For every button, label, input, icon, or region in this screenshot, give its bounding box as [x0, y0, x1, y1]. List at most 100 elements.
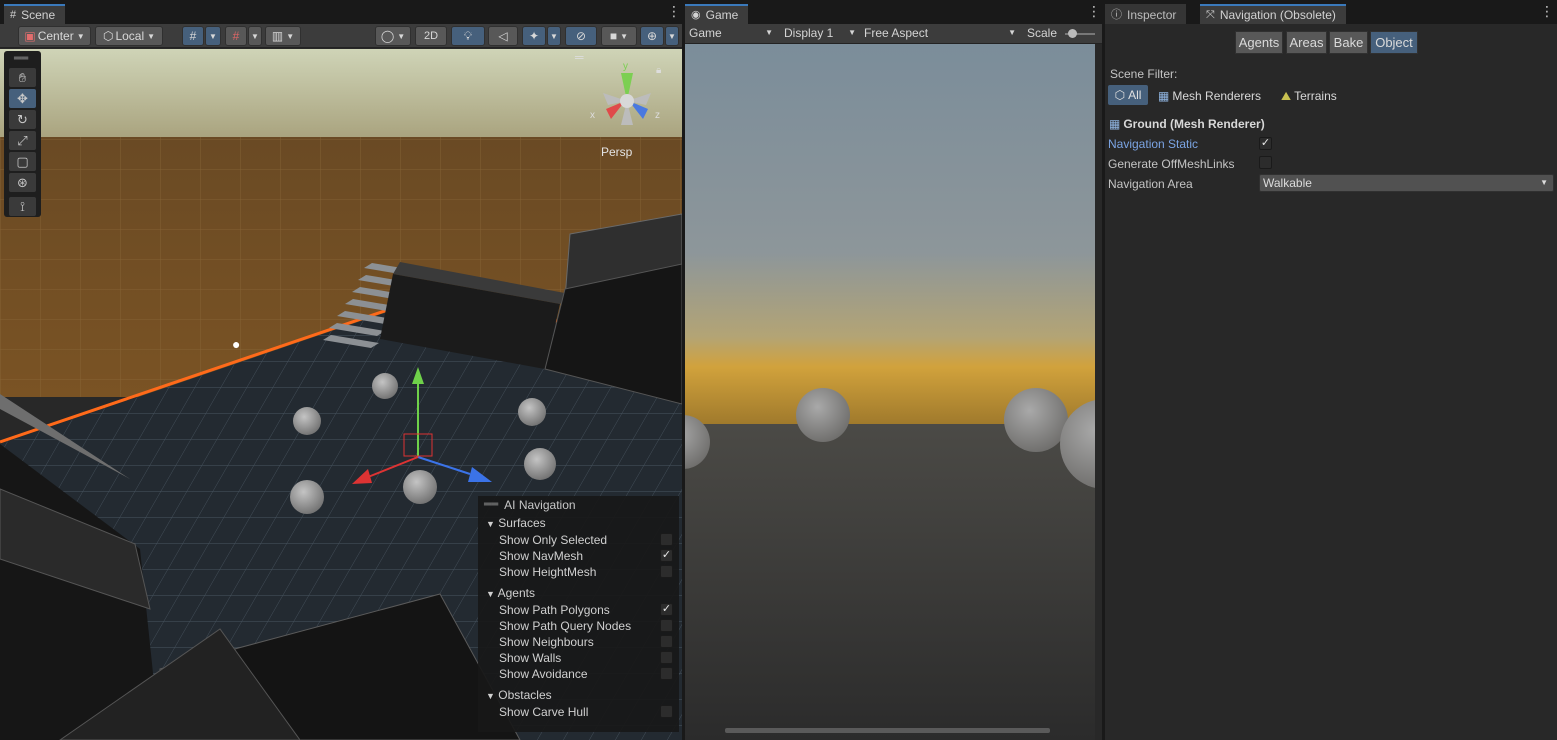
- tab-scene-label: Scene: [21, 8, 56, 22]
- show-avoidance-checkbox[interactable]: [660, 667, 673, 680]
- game-mode-dropdown[interactable]: Game ▼: [689, 26, 775, 40]
- filter-terrains-label: Terrains: [1294, 89, 1337, 103]
- game-sky: [685, 44, 1095, 424]
- row-label: Show Carve Hull: [499, 705, 589, 719]
- eye-slash-icon: ⊘: [575, 29, 587, 43]
- game-horizontal-scrollbar[interactable]: [725, 728, 1050, 733]
- scene-menu-icon[interactable]: ⋮: [667, 4, 681, 18]
- scene-filter-label: Scene Filter:: [1110, 67, 1178, 81]
- game-toolbar: Game ▼ Display 1 ▼ Free Aspect ▼ Scale: [685, 24, 1102, 44]
- drag-handle-icon[interactable]: ═: [574, 50, 584, 64]
- display-dropdown[interactable]: Display 1 ▼: [784, 26, 856, 40]
- move-tool[interactable]: ✥: [9, 89, 36, 108]
- section-surfaces[interactable]: ▼ Surfaces: [478, 514, 679, 532]
- agent-sphere[interactable]: [403, 470, 437, 504]
- scene-viewport[interactable]: ● y x z 🔒︎ ═ Persp ══ ✋︎ ✥ ↻ ⤢ ▢ ⊛ ⟟ ══: [0, 49, 682, 740]
- row-show-carve-hull: Show Carve Hull: [478, 704, 679, 720]
- grid-snap-button[interactable]: #: [182, 26, 204, 46]
- scale-slider[interactable]: [1065, 29, 1095, 38]
- increment-snap-button[interactable]: #: [225, 26, 247, 46]
- tab-scene[interactable]: # Scene: [4, 4, 66, 24]
- game-menu-icon[interactable]: ⋮: [1087, 4, 1101, 18]
- tools-overlay: ══ ✋︎ ✥ ↻ ⤢ ▢ ⊛ ⟟: [4, 51, 41, 217]
- agent-sphere[interactable]: [293, 407, 321, 435]
- aspect-dropdown[interactable]: Free Aspect ▼: [864, 26, 1016, 40]
- transform-tool[interactable]: ⊛: [9, 173, 36, 192]
- mesh-grid-icon: ▦: [1109, 117, 1121, 131]
- audio-toggle[interactable]: ◁: [488, 26, 518, 46]
- pivot-dropdown[interactable]: ▣ Center ▼: [18, 26, 91, 46]
- row-label: Show Avoidance: [499, 667, 588, 681]
- nav-tab-areas[interactable]: Areas: [1286, 31, 1327, 54]
- effects-dropdown[interactable]: ▼: [547, 26, 561, 46]
- scale-slider-thumb[interactable]: [1068, 29, 1077, 38]
- generate-offmeshlinks-checkbox[interactable]: [1259, 156, 1272, 169]
- lighting-toggle[interactable]: 💡︎: [451, 26, 485, 46]
- show-heightmesh-checkbox[interactable]: [660, 565, 673, 578]
- overlay-header[interactable]: ══ AI Navigation: [478, 496, 679, 514]
- 2d-toggle[interactable]: 2D: [415, 26, 447, 46]
- nav-tab-object[interactable]: Object: [1370, 31, 1418, 54]
- show-neighbours-checkbox[interactable]: [660, 635, 673, 648]
- axis-x-label: x: [590, 110, 595, 121]
- show-carve-hull-checkbox[interactable]: [660, 705, 673, 718]
- rotate-tool[interactable]: ↻: [9, 110, 36, 129]
- game-view[interactable]: [685, 44, 1095, 740]
- agent-sphere[interactable]: [518, 398, 546, 426]
- chevron-down-icon: ▼: [209, 31, 217, 41]
- grid-snap-dropdown[interactable]: ▼: [205, 26, 221, 46]
- section-agents[interactable]: ▼ Agents: [478, 584, 679, 602]
- filter-terrains-button[interactable]: ⛰︎ Terrains: [1281, 86, 1337, 106]
- chevron-down-icon: ▼: [1008, 28, 1016, 37]
- tab-game[interactable]: ◉ Game: [685, 4, 749, 24]
- filter-all-button[interactable]: ⬡ All: [1108, 85, 1148, 105]
- snap-icon: #: [232, 29, 240, 43]
- hand-tool[interactable]: ✋︎: [9, 68, 36, 87]
- nav-tab-bake[interactable]: Bake: [1329, 31, 1368, 54]
- drag-handle-icon[interactable]: ══: [14, 53, 28, 64]
- agent-sphere[interactable]: [290, 480, 324, 514]
- filter-mesh-renderers-button[interactable]: ▦ Mesh Renderers: [1158, 86, 1261, 106]
- tab-navigation[interactable]: ⤧ Navigation (Obsolete): [1200, 4, 1346, 24]
- tab-inspector[interactable]: ⓘ Inspector: [1105, 4, 1187, 24]
- persp-label[interactable]: Persp: [601, 145, 633, 159]
- row-show-path-query-nodes: Show Path Query Nodes: [478, 618, 679, 634]
- show-path-query-nodes-checkbox[interactable]: [660, 619, 673, 632]
- nav-tab-agents[interactable]: Agents: [1235, 31, 1283, 54]
- row-show-heightmesh: Show HeightMesh: [478, 564, 679, 580]
- mesh-grid-icon: ▦: [1158, 89, 1170, 103]
- show-path-polygons-checkbox[interactable]: ✓: [660, 603, 673, 616]
- navigation-area-value: Walkable: [1263, 176, 1312, 190]
- camera-gizmo-icon[interactable]: ●: [232, 336, 240, 352]
- navigation-icon: ⤧: [1206, 9, 1215, 21]
- navigation-area-label: Navigation Area: [1108, 177, 1193, 191]
- scene-toolbar: ▣ Center ▼ ⬡ Local ▼ # ▼ # ▼ ▥ ▼ ◯ ▼ 2D 💡︎ ◁…: [0, 24, 682, 48]
- effects-toggle[interactable]: ✦: [522, 26, 546, 46]
- space-dropdown[interactable]: ⬡ Local ▼: [95, 26, 163, 46]
- draw-mode-dropdown[interactable]: ◯ ▼: [375, 26, 411, 46]
- chevron-down-icon: ▼: [251, 31, 259, 41]
- navigation-menu-icon[interactable]: ⋮: [1540, 4, 1554, 18]
- show-walls-checkbox[interactable]: [660, 651, 673, 664]
- rect-tool[interactable]: ▢: [9, 152, 36, 171]
- generate-offmeshlinks-label: Generate OffMeshLinks: [1108, 157, 1235, 171]
- custom-tool[interactable]: ⟟: [9, 197, 36, 216]
- scale-tool[interactable]: ⤢: [9, 131, 36, 150]
- gizmos-toggle[interactable]: ⊕: [640, 26, 664, 46]
- increment-snap-dropdown[interactable]: ▼: [248, 26, 262, 46]
- agent-sphere[interactable]: [524, 448, 556, 480]
- agent-sphere[interactable]: [372, 373, 398, 399]
- lock-icon[interactable]: 🔒︎: [656, 65, 661, 76]
- object-title: Ground (Mesh Renderer): [1123, 117, 1265, 131]
- gizmos-dropdown[interactable]: ▼: [665, 26, 679, 46]
- filter-all-label: All: [1128, 88, 1142, 102]
- grid-visibility-dropdown[interactable]: ▥ ▼: [265, 26, 301, 46]
- section-obstacles[interactable]: ▼ Obstacles: [478, 686, 679, 704]
- navigation-area-dropdown[interactable]: Walkable ▼: [1259, 174, 1554, 192]
- show-only-selected-checkbox[interactable]: [660, 533, 673, 546]
- camera-dropdown[interactable]: ■ ▼: [601, 26, 637, 46]
- row-label: Show Neighbours: [499, 635, 594, 649]
- show-navmesh-checkbox[interactable]: ✓: [660, 549, 673, 562]
- navigation-static-checkbox[interactable]: ✓: [1259, 137, 1272, 150]
- hidden-objects-toggle[interactable]: ⊘: [565, 26, 597, 46]
